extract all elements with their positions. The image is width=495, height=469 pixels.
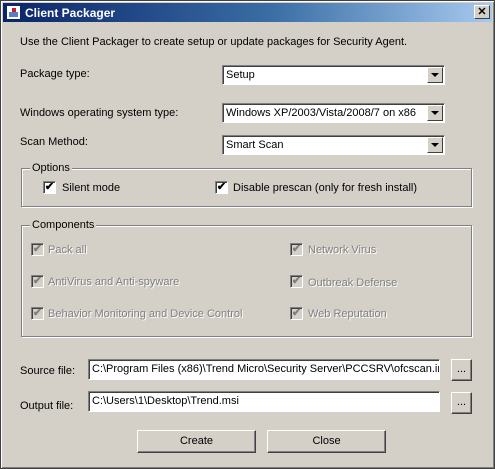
output-file-label: Output file: <box>20 400 74 412</box>
disable-prescan-label[interactable]: Disable prescan (only for fresh install) <box>233 182 417 194</box>
chevron-down-icon[interactable] <box>427 67 443 83</box>
source-file-label: Source file: <box>20 365 76 377</box>
options-legend: Options <box>30 162 72 174</box>
pack-all-checkbox[interactable]: ✔ <box>31 243 44 256</box>
source-file-value: C:\Program Files (x86)\Trend Micro\Secur… <box>92 363 440 375</box>
scan-method-value: Smart Scan <box>226 139 284 151</box>
output-browse-button[interactable]: ... <box>451 392 472 414</box>
behavior-monitoring-label: Behavior Monitoring and Device Control <box>48 308 243 320</box>
web-reputation-checkbox[interactable]: ✔ <box>290 307 303 320</box>
output-file-input[interactable]: C:\Users\1\Desktop\Trend.msi <box>88 391 440 412</box>
scan-method-dropdown[interactable]: Smart Scan <box>222 135 445 155</box>
os-type-label: Windows operating system type: <box>20 107 179 119</box>
scan-method-label: Scan Method: <box>20 136 88 148</box>
components-legend: Components <box>30 219 97 231</box>
package-type-dropdown[interactable]: Setup <box>222 65 445 85</box>
chevron-down-icon[interactable] <box>427 137 443 153</box>
output-file-value: C:\Users\1\Desktop\Trend.msi <box>92 395 239 407</box>
antivirus-label: AntiVirus and Anti-spyware <box>48 276 180 288</box>
os-type-value: Windows XP/2003/Vista/2008/7 on x86 <box>226 107 416 119</box>
package-type-label: Package type: <box>20 68 90 80</box>
close-button[interactable]: Close <box>267 430 386 453</box>
outbreak-defense-checkbox[interactable]: ✔ <box>290 275 303 288</box>
outbreak-defense-label: Outbreak Defense <box>308 277 398 289</box>
chevron-down-icon[interactable] <box>427 105 443 121</box>
behavior-monitoring-checkbox[interactable]: ✔ <box>31 307 44 320</box>
network-virus-label: Network Virus <box>308 244 377 256</box>
client-packager-window: Client Packager ✕ Use the Client Package… <box>0 0 495 469</box>
os-type-dropdown[interactable]: Windows XP/2003/Vista/2008/7 on x86 <box>222 103 445 123</box>
create-button[interactable]: Create <box>137 430 256 453</box>
source-browse-button[interactable]: ... <box>451 359 472 381</box>
disable-prescan-checkbox[interactable]: ✔ <box>215 181 228 194</box>
title-bar[interactable]: Client Packager ✕ <box>3 3 492 22</box>
window-title: Client Packager <box>25 6 116 20</box>
antivirus-checkbox[interactable]: ✔ <box>31 275 44 288</box>
pack-all-label: Pack all <box>48 244 87 256</box>
app-icon <box>6 5 21 20</box>
package-type-value: Setup <box>226 69 255 81</box>
network-virus-checkbox[interactable]: ✔ <box>290 243 303 256</box>
close-window-button[interactable]: ✕ <box>474 5 490 19</box>
source-file-input[interactable]: C:\Program Files (x86)\Trend Micro\Secur… <box>88 359 440 380</box>
intro-text: Use the Client Packager to create setup … <box>20 36 408 48</box>
silent-mode-label[interactable]: Silent mode <box>62 182 120 194</box>
web-reputation-label: Web Reputation <box>308 308 387 320</box>
silent-mode-checkbox[interactable]: ✔ <box>43 181 56 194</box>
